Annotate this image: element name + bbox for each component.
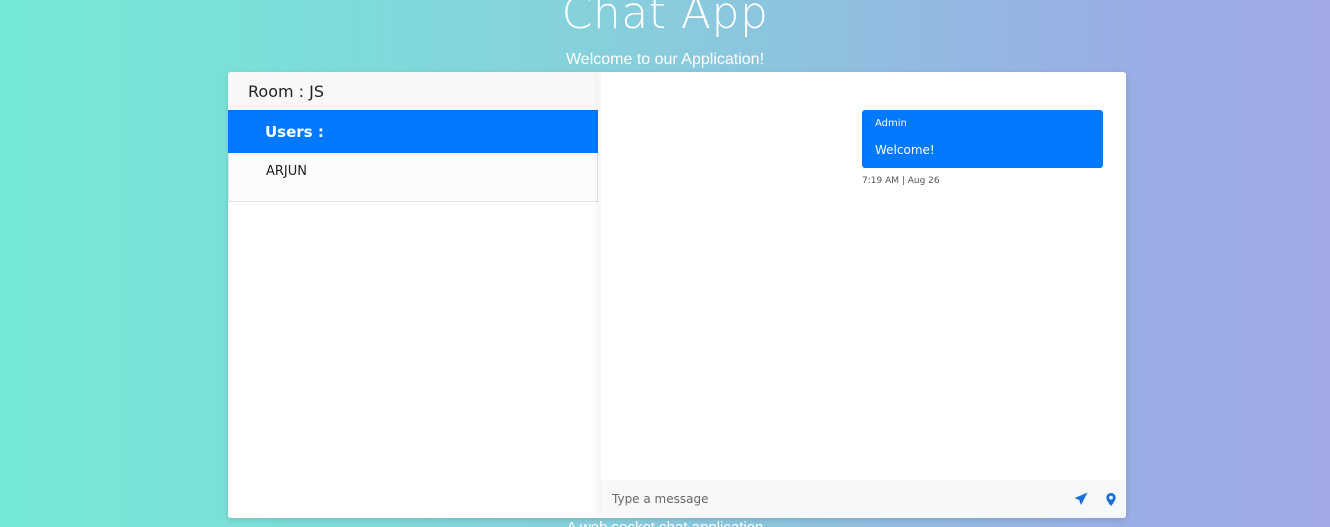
- room-title: Room : JS: [228, 72, 598, 110]
- app-subtitle: Welcome to our Application!: [565, 51, 765, 68]
- chat-pane: Admin Welcome! 7:19 AM | Aug 26: [601, 72, 1126, 518]
- users-header: Users :: [228, 110, 598, 153]
- footer-text: A web socket chat application: [0, 519, 1330, 527]
- message-sender: Admin: [875, 118, 907, 129]
- message: Admin Welcome! 7:19 AM | Aug 26: [862, 110, 1103, 186]
- message-list[interactable]: Admin Welcome! 7:19 AM | Aug 26: [601, 72, 1126, 480]
- share-location-button[interactable]: [1096, 480, 1126, 518]
- user-list: ARJUN: [228, 153, 598, 202]
- send-icon: [1074, 492, 1088, 506]
- message-bubble: Admin Welcome!: [862, 110, 1103, 168]
- app-title: Chat App: [561, 0, 769, 39]
- message-timestamp: 7:19 AM | Aug 26: [862, 176, 940, 186]
- location-pin-icon: [1106, 492, 1116, 506]
- message-composer: [601, 480, 1126, 518]
- send-button[interactable]: [1066, 480, 1096, 518]
- user-item: ARJUN: [266, 164, 307, 179]
- message-text: Welcome!: [875, 143, 935, 157]
- chat-card: Room : JS Users : ARJUN Admin Welcome! 7…: [228, 72, 1126, 518]
- sidebar: Room : JS Users : ARJUN: [228, 72, 598, 518]
- message-input[interactable]: [601, 480, 1066, 518]
